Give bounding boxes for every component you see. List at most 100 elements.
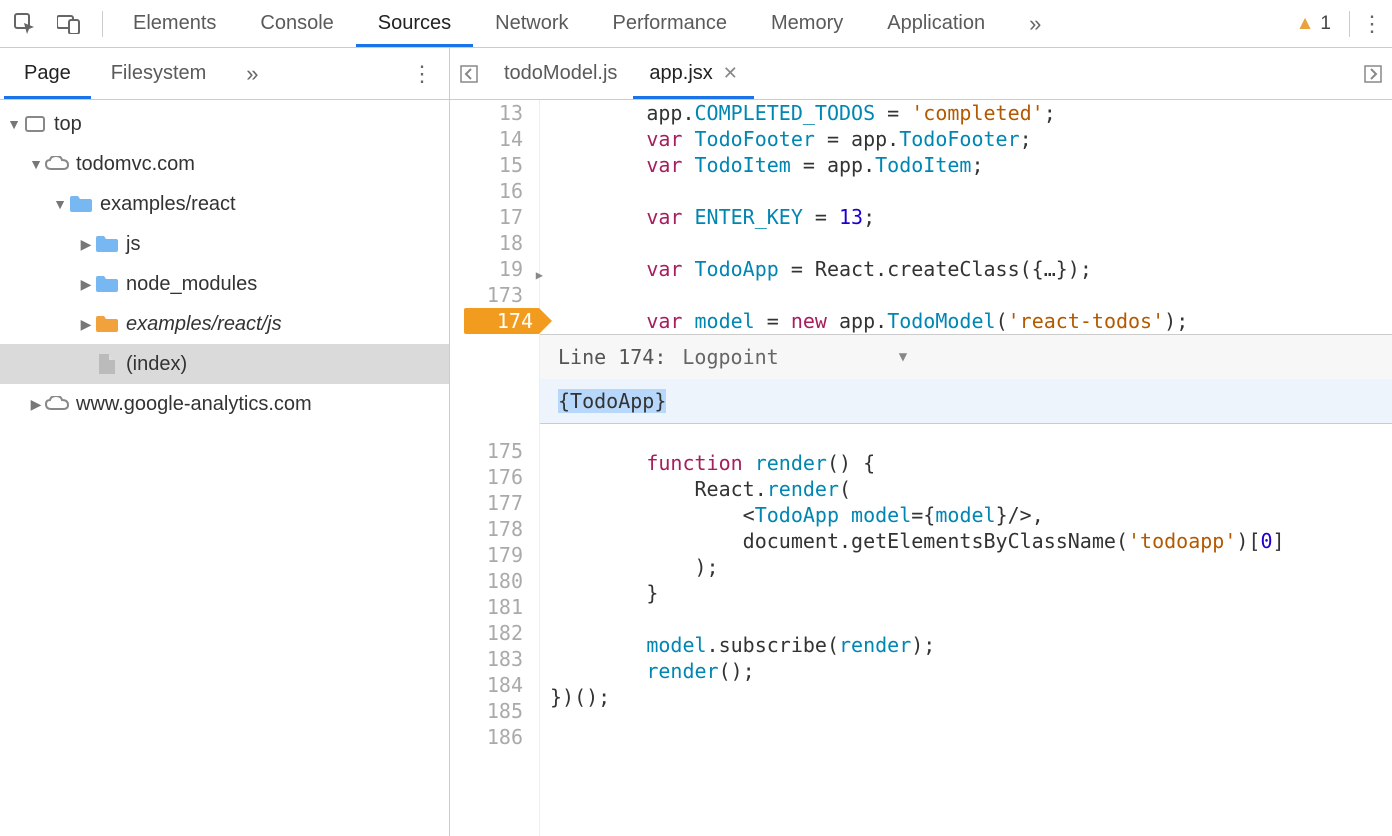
panel-tab-network[interactable]: Network xyxy=(473,0,590,47)
line-number[interactable]: 180 xyxy=(450,568,539,594)
navigate-back-icon[interactable] xyxy=(450,55,488,93)
panel-tab-application[interactable]: Application xyxy=(865,0,1007,47)
line-number[interactable]: 182 xyxy=(450,620,539,646)
code-line[interactable]: })(); xyxy=(540,684,1392,710)
line-number[interactable]: 179 xyxy=(450,542,539,568)
code-line[interactable] xyxy=(540,178,1392,204)
tree-item-folder[interactable]: ▶ js xyxy=(0,224,449,264)
code-line[interactable]: var ENTER_KEY = 13; xyxy=(540,204,1392,230)
navigator-tab-filesystem[interactable]: Filesystem xyxy=(91,48,227,99)
tree-item-file[interactable]: (index) xyxy=(0,344,449,384)
toggle-debugger-icon[interactable] xyxy=(1354,55,1392,93)
line-number[interactable]: 186 xyxy=(450,724,539,750)
panel-tab-console[interactable]: Console xyxy=(238,0,355,47)
chevron-down-icon: ▼ xyxy=(899,349,907,365)
tree-item-domain[interactable]: ▼ todomvc.com xyxy=(0,144,449,184)
tree-item-folder[interactable]: ▶ node_modules xyxy=(0,264,449,304)
panel-tab-sources[interactable]: Sources xyxy=(356,0,473,47)
logpoint-panel: Line 174: Logpoint▼ {TodoApp} xyxy=(540,334,1392,424)
code-line[interactable]: React.render( xyxy=(540,476,1392,502)
code-line[interactable]: document.getElementsByClassName('todoapp… xyxy=(540,528,1392,554)
chevron-right-icon: ▶ xyxy=(78,276,94,293)
close-icon[interactable]: ✕ xyxy=(723,63,738,84)
file-tab-label: todoModel.js xyxy=(504,62,617,85)
code-line[interactable] xyxy=(540,424,1392,450)
line-number[interactable]: 18 xyxy=(450,230,539,256)
code-body[interactable]: app.COMPLETED_TODOS = 'completed'; var T… xyxy=(540,100,1392,836)
tree-item-domain[interactable]: ▶ www.google-analytics.com xyxy=(0,384,449,424)
panel-tab-memory[interactable]: Memory xyxy=(749,0,865,47)
file-tab[interactable]: todoModel.js xyxy=(488,48,633,99)
line-number[interactable]: 177 xyxy=(450,490,539,516)
code-line[interactable] xyxy=(540,606,1392,632)
code-line[interactable]: render(); xyxy=(540,658,1392,684)
code-line[interactable]: function render() { xyxy=(540,450,1392,476)
panel-tab-performance[interactable]: Performance xyxy=(591,0,750,47)
tree-item-top[interactable]: ▼ top xyxy=(0,104,449,144)
tree-label: js xyxy=(126,233,140,256)
line-number[interactable]: 173 xyxy=(450,282,539,308)
tree-label: top xyxy=(54,113,82,136)
tree-item-folder[interactable]: ▼ examples/react xyxy=(0,184,449,224)
code-area[interactable]: 13141516171819▶1731741751761771781791801… xyxy=(450,100,1392,836)
line-number[interactable]: 19▶ xyxy=(450,256,539,282)
more-navigator-tabs[interactable]: » xyxy=(226,48,278,99)
folder-icon xyxy=(68,193,94,215)
navigator-tab-page[interactable]: Page xyxy=(4,48,91,99)
code-line[interactable] xyxy=(540,282,1392,308)
devtools-toolbar: ElementsConsoleSourcesNetworkPerformance… xyxy=(0,0,1392,48)
chevron-down-icon: ▼ xyxy=(28,156,44,172)
warnings-badge[interactable]: ▲ 1 xyxy=(1286,13,1341,35)
device-toggle-icon[interactable] xyxy=(50,5,88,43)
frame-icon xyxy=(22,113,48,135)
file-tab[interactable]: app.jsx✕ xyxy=(633,48,753,99)
inspect-icon[interactable] xyxy=(6,5,44,43)
line-gutter[interactable]: 13141516171819▶1731741751761771781791801… xyxy=(450,100,540,836)
code-line[interactable]: var TodoFooter = app.TodoFooter; xyxy=(540,126,1392,152)
cloud-icon xyxy=(44,153,70,175)
chevron-right-icon: ▶ xyxy=(28,396,44,413)
line-number[interactable]: 13 xyxy=(450,100,539,126)
line-number[interactable]: 175 xyxy=(450,438,539,464)
breakpoint-type-select[interactable]: Logpoint▼ xyxy=(682,345,907,369)
line-number[interactable]: 17 xyxy=(450,204,539,230)
navigator-panel: PageFilesystem » ⋮ ▼ top ▼ todomvc.com ▼… xyxy=(0,48,450,836)
code-line[interactable]: } xyxy=(540,580,1392,606)
line-number[interactable]: 181 xyxy=(450,594,539,620)
line-number[interactable]: 185 xyxy=(450,698,539,724)
logpoint-input[interactable]: {TodoApp} xyxy=(540,379,1392,423)
line-number[interactable]: 183 xyxy=(450,646,539,672)
code-line[interactable] xyxy=(540,230,1392,256)
folder-icon xyxy=(94,313,120,335)
tree-item-folder[interactable]: ▶ examples/react/js xyxy=(0,304,449,344)
tree-label: todomvc.com xyxy=(76,153,195,176)
code-line[interactable]: app.COMPLETED_TODOS = 'completed'; xyxy=(540,100,1392,126)
panel-tab-elements[interactable]: Elements xyxy=(111,0,238,47)
warning-icon: ▲ xyxy=(1296,13,1315,35)
folder-icon xyxy=(94,273,120,295)
line-number[interactable]: 184 xyxy=(450,672,539,698)
code-line[interactable]: var TodoApp = React.createClass({…}); xyxy=(540,256,1392,282)
code-line[interactable]: <TodoApp model={model}/>, xyxy=(540,502,1392,528)
tree-label: www.google-analytics.com xyxy=(76,393,312,416)
code-line[interactable] xyxy=(540,710,1392,736)
line-number[interactable]: 176 xyxy=(450,464,539,490)
more-panels[interactable]: » xyxy=(1007,0,1063,47)
code-line[interactable]: model.subscribe(render); xyxy=(540,632,1392,658)
toolbar-separator xyxy=(102,11,103,37)
line-number[interactable]: 14 xyxy=(450,126,539,152)
line-number[interactable]: 15 xyxy=(450,152,539,178)
navigator-menu-icon[interactable]: ⋮ xyxy=(395,61,449,87)
line-number[interactable]: 178 xyxy=(450,516,539,542)
tree-label: node_modules xyxy=(126,273,257,296)
folder-icon xyxy=(94,233,120,255)
breakpoint-marker[interactable]: 174 xyxy=(464,308,539,334)
line-number[interactable]: 16 xyxy=(450,178,539,204)
cloud-icon xyxy=(44,393,70,415)
logpoint-line-label: Line 174: xyxy=(558,345,666,369)
code-line[interactable]: var TodoItem = app.TodoItem; xyxy=(540,152,1392,178)
settings-menu-icon[interactable]: ⋮ xyxy=(1358,11,1386,37)
tree-label: (index) xyxy=(126,353,187,376)
code-line[interactable]: var model = new app.TodoModel('react-tod… xyxy=(540,308,1392,334)
code-line[interactable]: ); xyxy=(540,554,1392,580)
